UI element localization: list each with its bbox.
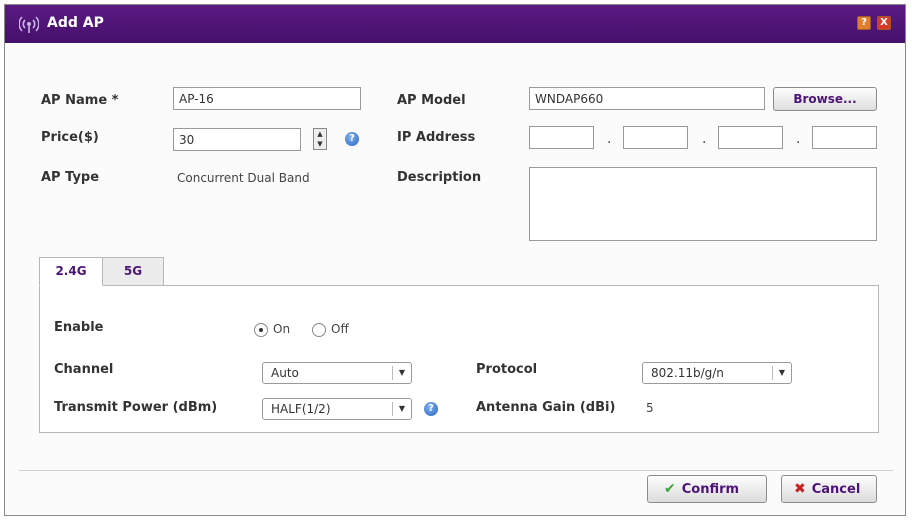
price-help-icon[interactable]: ? (345, 132, 359, 146)
transmit-power-label: Transmit Power (dBm) (54, 400, 218, 415)
enable-on-label: On (273, 322, 291, 336)
ap-type-value: Concurrent Dual Band (177, 171, 310, 185)
chevron-down-icon: ▼ (392, 366, 411, 380)
enable-on-radio[interactable] (254, 323, 268, 337)
ip-separator: . (702, 131, 707, 147)
ip-octet-2-input[interactable] (623, 126, 688, 149)
transmit-power-select[interactable]: HALF(1/2) ▼ (262, 398, 412, 420)
description-textarea[interactable] (529, 167, 877, 241)
protocol-select[interactable]: 802.11b/g/n ▼ (642, 362, 792, 384)
price-label: Price($) (41, 130, 99, 145)
protocol-value: 802.11b/g/n (651, 366, 724, 380)
dialog-title: Add AP (47, 15, 104, 31)
cancel-label: Cancel (811, 482, 861, 497)
confirm-button[interactable]: ✔ Confirm (647, 475, 767, 503)
footer-divider (19, 470, 893, 471)
title-bar: Add AP ? X (5, 5, 905, 43)
ap-name-input[interactable]: AP-16 (173, 87, 361, 110)
ap-type-label: AP Type (41, 170, 100, 185)
tab-2-4g[interactable]: 2.4G (39, 257, 103, 286)
ip-separator: . (796, 131, 801, 147)
ap-model-input[interactable]: WNDAP660 (529, 87, 765, 110)
enable-off-radio[interactable] (312, 323, 326, 337)
ip-octet-4-input[interactable] (812, 126, 877, 149)
add-ap-dialog: Add AP ? X AP Name * AP-16 AP Model WNDA… (4, 4, 906, 516)
chevron-down-icon: ▼ (772, 366, 791, 380)
channel-label: Channel (54, 362, 114, 377)
tab-5g[interactable]: 5G (102, 257, 164, 286)
channel-value: Auto (271, 366, 299, 380)
close-icon[interactable]: X (877, 16, 891, 30)
transmit-power-help-icon[interactable]: ? (424, 402, 438, 416)
browse-button[interactable]: Browse... (773, 87, 877, 111)
help-icon[interactable]: ? (857, 16, 871, 30)
ap-name-label: AP Name * (41, 93, 119, 108)
price-stepper[interactable]: ▲ ▼ (313, 128, 327, 150)
channel-select[interactable]: Auto ▼ (262, 362, 412, 384)
ip-address-label: IP Address (397, 130, 476, 145)
protocol-label: Protocol (476, 362, 538, 377)
wifi-antenna-icon (19, 16, 39, 33)
antenna-gain-label: Antenna Gain (dBi) (476, 400, 616, 415)
cancel-button[interactable]: ✖ Cancel (781, 475, 877, 503)
ip-separator: . (607, 131, 612, 147)
ap-model-label: AP Model (397, 93, 466, 108)
checkmark-icon: ✔ (664, 481, 676, 497)
enable-off-label: Off (331, 322, 349, 336)
tab-panel: Enable On Off Channel Auto ▼ Protocol 80… (39, 285, 879, 433)
cross-icon: ✖ (794, 481, 806, 497)
ip-octet-3-input[interactable] (718, 126, 783, 149)
antenna-gain-value: 5 (646, 401, 654, 415)
confirm-label: Confirm (681, 482, 740, 497)
price-input[interactable]: 30 (173, 128, 301, 151)
enable-label: Enable (54, 320, 104, 335)
chevron-down-icon: ▼ (392, 402, 411, 416)
ip-octet-1-input[interactable] (529, 126, 594, 149)
transmit-power-value: HALF(1/2) (271, 402, 331, 416)
description-label: Description (397, 170, 482, 185)
